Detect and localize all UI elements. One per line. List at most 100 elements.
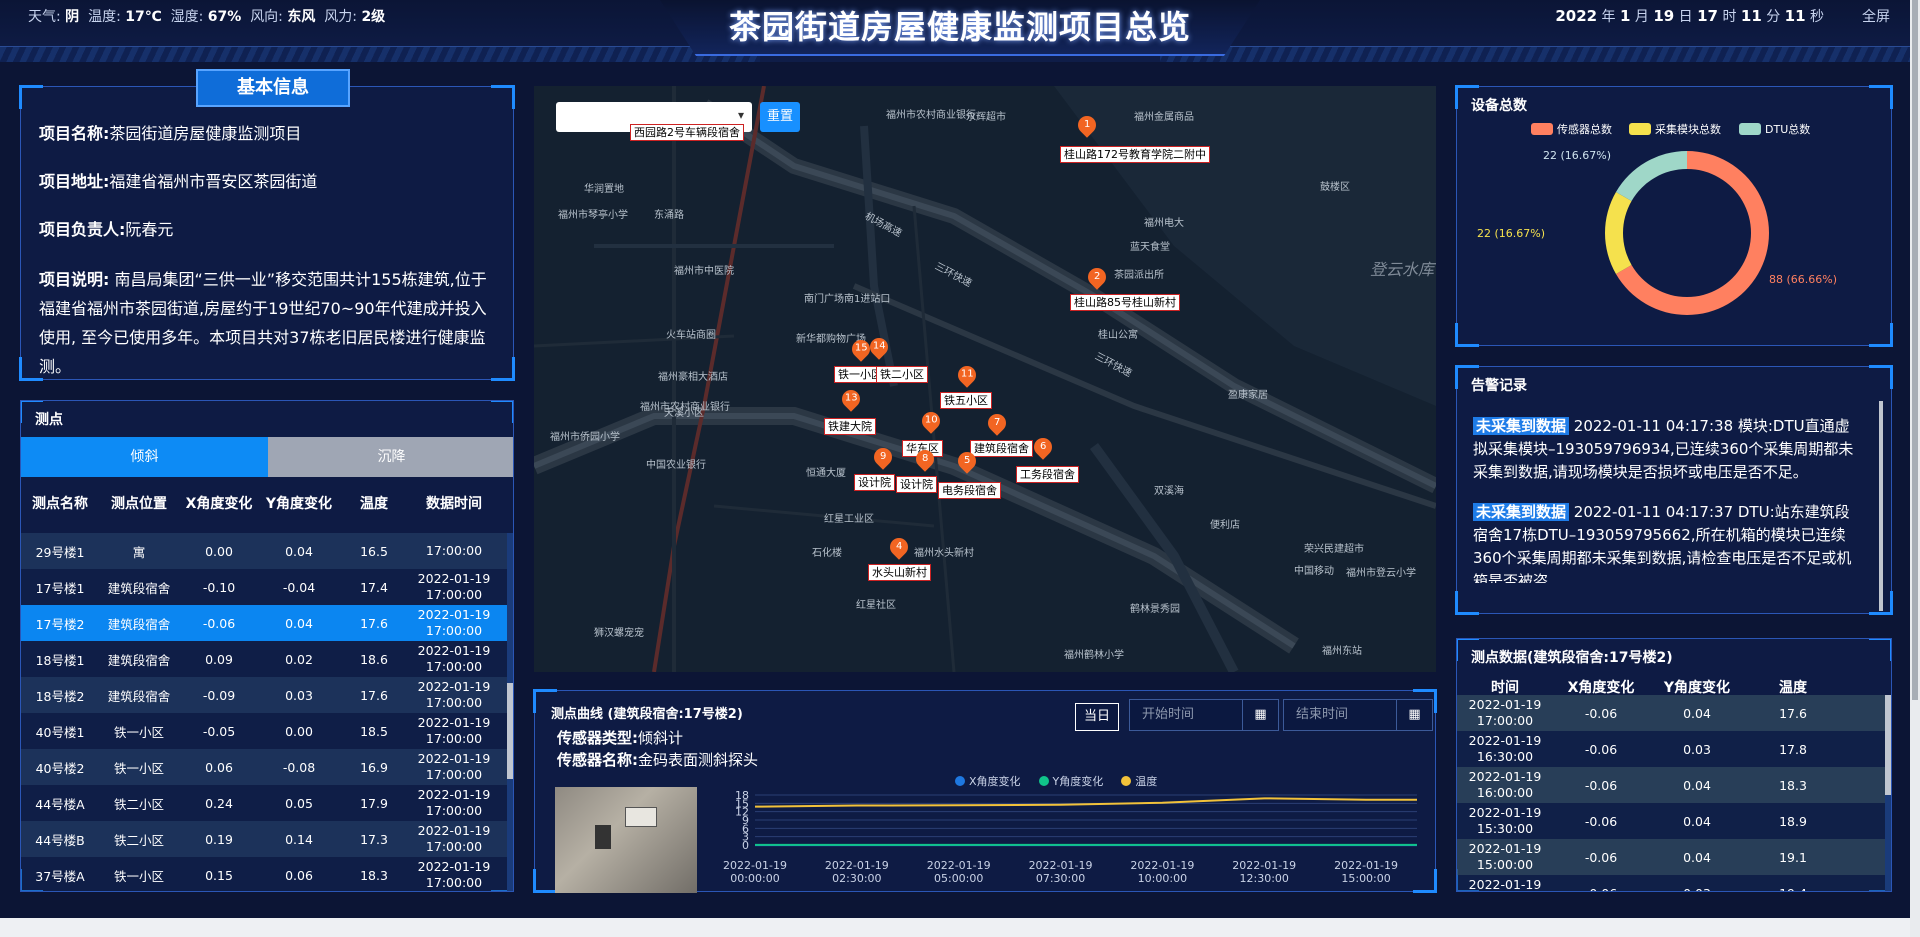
table-row[interactable]: 17号楼2 建筑段宿舍 -0.06 0.04 17.6 2022-01-19 17:00:… — [21, 605, 507, 641]
column-header[interactable]: 温度 — [339, 493, 409, 523]
calendar-icon[interactable]: ▦ — [1242, 700, 1278, 730]
map-site-label[interactable]: 设计院 — [854, 474, 895, 491]
end-time-input[interactable]: 结束时间 ▦ — [1283, 699, 1433, 731]
column-header[interactable]: X角度变化 — [179, 493, 259, 523]
scrollbar-thumb[interactable] — [507, 683, 513, 779]
dtu-total-slice[interactable] — [1615, 151, 1687, 201]
alarm-item[interactable]: 未采集到数据 2022-01-11 04:17:38 模块:DTU直通虚拟采集模… — [1473, 415, 1861, 484]
clock-unit: 日 — [1678, 9, 1693, 25]
curve-chart: 18151296302022-01-1900:00:002022-01-1902… — [723, 789, 1417, 885]
table-row[interactable]: 2022-01-19 16:00:00 -0.06 0.04 18.3 — [1457, 767, 1885, 803]
start-time-input[interactable]: 开始时间 ▦ — [1129, 699, 1279, 731]
clock-unit: 年 — [1601, 9, 1616, 25]
tab-settlement[interactable]: 沉降 — [268, 437, 513, 477]
column-header[interactable]: Y角度变化 — [259, 493, 339, 523]
column-header[interactable]: 测点位置 — [99, 493, 179, 523]
legend-label[interactable]: 传感器总数 — [1557, 122, 1612, 136]
map-site-label[interactable]: 桂山路172号教育学院二附中 — [1060, 146, 1210, 163]
header-decoration-left — [0, 46, 760, 62]
acquisition-module-slice[interactable] — [1605, 192, 1632, 274]
map-site-label[interactable]: 铁二小区 — [876, 366, 928, 383]
data-time-cell: 2022-01-19 17:00:00 — [417, 751, 491, 782]
map-site-label[interactable]: 铁建大院 — [824, 418, 876, 435]
table-row[interactable]: 44号楼B 铁二小区 0.19 0.14 17.3 2022-01-19 17:00:00 — [21, 821, 507, 857]
column-header[interactable]: 数据时间 — [409, 493, 499, 523]
x-angle-cell: 0.00 — [205, 543, 233, 559]
x-tick-date: 2022-01-19 — [825, 859, 889, 872]
legend-swatch[interactable] — [1531, 123, 1553, 135]
table-row[interactable]: 40号楼1 铁一小区 -0.05 0.00 18.5 2022-01-19 17:00:0… — [21, 713, 507, 749]
map-site-label[interactable]: 设计院 — [896, 476, 937, 493]
map-place: 中国农业银行 — [646, 460, 706, 471]
alarms-scrollbar[interactable] — [1879, 401, 1883, 611]
legend-swatch[interactable] — [1739, 123, 1761, 135]
time-cell: 2022-01-19 15:30:00 — [1468, 805, 1542, 836]
measure-points-panel: 测点 倾斜 沉降 测点名称 测点位置 X角度变化 Y角度变化 温度 数据时间 2… — [20, 400, 514, 892]
project-name-row: 项目名称:茶园街道房屋健康监测项目 — [39, 119, 499, 148]
table-row[interactable]: 40号楼2 铁一小区 0.06 -0.08 16.9 2022-01-19 17:00:0… — [21, 749, 507, 785]
map-place: 东涌路 — [654, 210, 684, 221]
y-angle-cell: 0.04 — [285, 615, 313, 631]
map-view[interactable]: 重置 登云水库 东涌路 机场高速 三环快速 三环快速 福州市农村商业银行 永辉超… — [534, 86, 1436, 672]
page-scrollbar[interactable] — [1910, 0, 1920, 937]
x-tick-date: 2022-01-19 — [723, 859, 787, 872]
alarm-item[interactable]: 未采集到数据 2022-01-11 04:17:37 DTU:站东建筑段宿舍17… — [1473, 501, 1861, 583]
basic-info-tab[interactable]: 基本信息 — [196, 69, 350, 107]
project-owner-row: 项目负责人:阮春元 — [39, 215, 499, 244]
alarm-records-panel: 告警记录 未采集到数据 2022-01-11 04:17:38 模块:DTU直通… — [1455, 365, 1893, 615]
temperature-cell: 17.9 — [360, 795, 388, 811]
clock-day: 19 — [1653, 7, 1675, 25]
y-angle-cell: 0.05 — [285, 795, 313, 811]
table-row[interactable]: 2022-01-19 16:30:00 -0.06 0.03 17.8 — [1457, 731, 1885, 767]
map-place: 福州市登云小学 — [1346, 568, 1416, 579]
table-row[interactable]: 17号楼1 建筑段宿舍 -0.10 -0.04 17.4 2022-01-19 17:00… — [21, 569, 507, 605]
point-location-cell: 铁二小区 — [113, 832, 164, 848]
legend-label[interactable]: 采集模块总数 — [1655, 122, 1721, 136]
calendar-icon[interactable]: ▦ — [1396, 700, 1432, 730]
data-time-cell: 2022-01-19 17:00:00 — [417, 571, 491, 602]
table-row[interactable]: 2022-01-19 15:00:00 -0.06 0.04 19.1 — [1457, 839, 1885, 875]
corner-decoration — [533, 869, 557, 893]
x-tick-date: 2022-01-19 — [1130, 859, 1194, 872]
temperature-cell: 17.4 — [360, 579, 388, 595]
table-row[interactable]: 18号楼1 建筑段宿舍 0.09 0.02 18.6 2022-01-19 17:00:0… — [21, 641, 507, 677]
x-angle-cell: -0.06 — [1584, 813, 1618, 829]
table-row[interactable]: 2022-01-19 17:00:00 -0.06 0.04 17.6 — [1457, 695, 1885, 731]
scrollbar-thumb[interactable] — [1912, 0, 1918, 700]
table-row[interactable]: 2022-01-19 15:30:00 -0.06 0.04 18.9 — [1457, 803, 1885, 839]
points-scrollbar[interactable] — [507, 533, 513, 891]
legend-swatch[interactable] — [1629, 123, 1651, 135]
table-row[interactable]: 37号楼A 铁一小区 0.15 0.06 18.3 2022-01-19 17:00:00 — [21, 857, 507, 891]
map-site-label[interactable]: 西园路2号车辆段宿舍 — [630, 124, 744, 141]
x-tick-date: 2022-01-19 — [1334, 859, 1398, 872]
table-row[interactable]: 18号楼2 建筑段宿舍 -0.09 0.03 17.6 2022-01-19 17:00:… — [21, 677, 507, 713]
map-site-label[interactable]: 铁五小区 — [940, 392, 992, 409]
map-place: 福州豪相大酒店 — [658, 372, 728, 383]
y-angle-cell: 0.04 — [1683, 813, 1711, 829]
table-row[interactable]: 44号楼A 铁二小区 0.24 0.05 17.9 2022-01-19 17:00:00 — [21, 785, 507, 821]
fullscreen-button[interactable]: 全屏 — [1862, 6, 1890, 26]
table-row[interactable]: 2022-01-19 14:30:00 -0.060.0319.4 — [1457, 875, 1885, 891]
device-total-panel: 设备总数 88 (66.66%) 22 (16.67%) 22 (16.67%) 传感… — [1455, 85, 1893, 347]
map-place: 南门广场南1进站口 — [804, 294, 891, 305]
column-header[interactable]: 测点名称 — [21, 493, 99, 523]
table-row[interactable]: 29号楼1 寓 0.00 0.04 16.5 17:00:00 — [21, 533, 507, 569]
sensor-photo — [555, 787, 697, 893]
y-angle-cell: 0.02 — [285, 651, 313, 667]
pin-number: 9 — [879, 451, 887, 462]
legend-label[interactable]: DTU总数 — [1765, 122, 1810, 136]
map-site-label[interactable]: 桂山路85号桂山新村 — [1070, 294, 1180, 311]
tab-tilt[interactable]: 倾斜 — [21, 437, 268, 477]
point-data-scrollbar[interactable] — [1885, 695, 1891, 891]
point-curve-panel: 测点曲线 (建筑段宿舍:17号楼2) 当日 开始时间 ▦ 结束时间 ▦ 传感器类… — [533, 689, 1437, 893]
y-angle-cell: 0.03 — [1649, 886, 1745, 892]
map-site-label[interactable]: 电务段宿舍 — [938, 482, 1001, 499]
today-button[interactable]: 当日 — [1075, 703, 1119, 731]
map-site-label[interactable]: 水头山新村 — [868, 564, 931, 581]
project-owner-label: 项目负责人: — [39, 220, 126, 239]
map-site-label[interactable]: 建筑段宿舍 — [970, 440, 1033, 457]
map-reset-button[interactable]: 重置 — [760, 102, 800, 132]
scrollbar-thumb[interactable] — [1885, 695, 1891, 795]
map-site-label[interactable]: 工务段宿舍 — [1016, 466, 1079, 483]
map-place: 福州市中医院 — [674, 266, 734, 277]
